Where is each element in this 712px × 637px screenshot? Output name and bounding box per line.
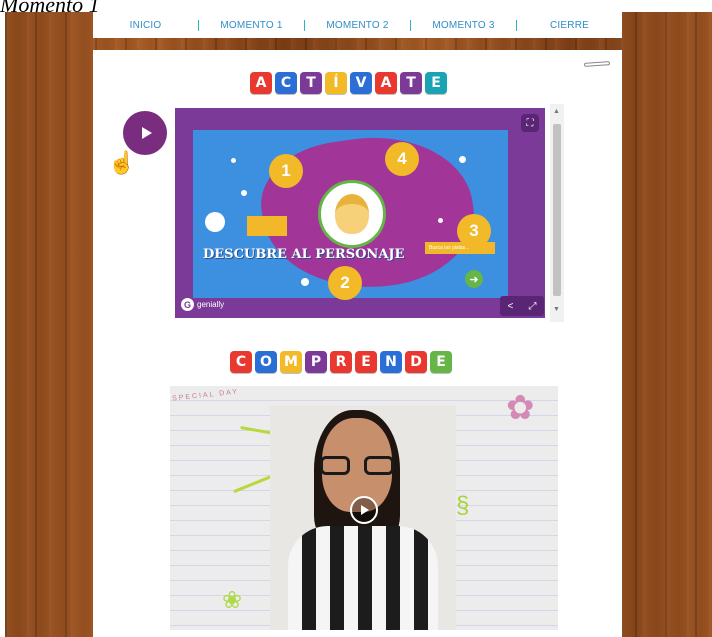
nav-inicio[interactable]: INICIO: [93, 20, 198, 31]
genially-embed[interactable]: ⛶ 1 4 3 2 DESCUBRE AL PERSONAJE Busca la…: [175, 108, 545, 318]
dot: [231, 158, 236, 163]
section2-letter-tile: D: [405, 351, 427, 373]
section1-letter-tile: A: [250, 72, 272, 94]
presenter-torso: [288, 526, 438, 630]
nav-momento-1[interactable]: MOMENTO 1: [198, 19, 304, 31]
expand-icon[interactable]: ⤢: [528, 301, 536, 312]
video-player[interactable]: SPECIAL DAY ✿ § ❀: [170, 386, 558, 630]
dot: [459, 156, 466, 163]
share-controls[interactable]: < ⤢: [500, 296, 544, 316]
leaf-doodle-icon: §: [456, 492, 470, 519]
section2-letter-tile: E: [430, 351, 452, 373]
nav-momento-2[interactable]: MOMENTO 2: [304, 19, 410, 31]
dot: [205, 212, 225, 232]
dot: [241, 190, 247, 196]
scroll-down-icon[interactable]: ▼: [553, 306, 560, 313]
section2-letter-tile: C: [230, 351, 252, 373]
section2-letter-tile: O: [255, 351, 277, 373]
yellow-bar: [247, 216, 287, 236]
section2-letter-tile: E: [355, 351, 377, 373]
embed-scrollbar[interactable]: ▲ ▼: [550, 104, 564, 322]
play-button[interactable]: [123, 111, 167, 155]
character-avatar: [318, 180, 386, 248]
comprende-title: COMPRENDE: [230, 351, 452, 373]
activate-title: ACTÍVATE: [250, 72, 447, 94]
section2-letter-tile: R: [330, 351, 352, 373]
busca-label: Busca las pistas...: [425, 242, 495, 254]
section1-letter-tile: V: [350, 72, 372, 94]
genially-logo-icon: G: [181, 298, 194, 311]
play-icon: [361, 505, 369, 515]
corner-mark-icon: [583, 61, 611, 67]
section1-letter-tile: C: [275, 72, 297, 94]
nav-cierre[interactable]: CIERRE: [516, 19, 622, 31]
dot: [301, 278, 309, 286]
content-panel: ACTÍVATE ☝ ⛶ 1 4 3 2 DESCUBRE AL PERSONA…: [93, 50, 622, 637]
play-icon: [141, 127, 152, 139]
share-icon[interactable]: <: [508, 301, 514, 312]
section1-letter-tile: A: [375, 72, 397, 94]
top-nav: INICIO MOMENTO 1 MOMENTO 2 MOMENTO 3 CIE…: [93, 12, 622, 38]
section1-letter-tile: T: [400, 72, 422, 94]
dot: [438, 218, 443, 223]
video-play-button[interactable]: [350, 496, 378, 524]
character-face: [335, 194, 369, 234]
flower-doodle-icon: ✿: [506, 389, 535, 427]
genially-canvas: 1 4 3 2 DESCUBRE AL PERSONAJE Busca las …: [193, 124, 508, 302]
hotspot-2[interactable]: 2: [328, 266, 362, 300]
section1-letter-tile: E: [425, 72, 447, 94]
genially-logo-text: genially: [197, 300, 225, 309]
genially-logo: G genially: [181, 298, 224, 311]
leaf-doodle-icon: ❀: [222, 587, 243, 614]
glasses-icon: [320, 456, 394, 476]
descubre-label: DESCUBRE AL PERSONAJE: [203, 247, 405, 262]
next-arrow-button[interactable]: ➜: [465, 270, 483, 288]
scroll-up-icon[interactable]: ▲: [553, 108, 560, 115]
section2-letter-tile: P: [305, 351, 327, 373]
scroll-thumb[interactable]: [553, 124, 561, 296]
section2-letter-tile: M: [280, 351, 302, 373]
hand-pointer-icon: ☝: [108, 150, 136, 175]
hotspot-1[interactable]: 1: [269, 154, 303, 188]
hotspot-4[interactable]: 4: [385, 142, 419, 176]
nav-momento-3[interactable]: MOMENTO 3: [410, 19, 516, 31]
fullscreen-icon[interactable]: ⛶: [521, 114, 539, 132]
section1-letter-tile: Í: [325, 72, 347, 94]
section2-letter-tile: N: [380, 351, 402, 373]
section1-letter-tile: T: [300, 72, 322, 94]
